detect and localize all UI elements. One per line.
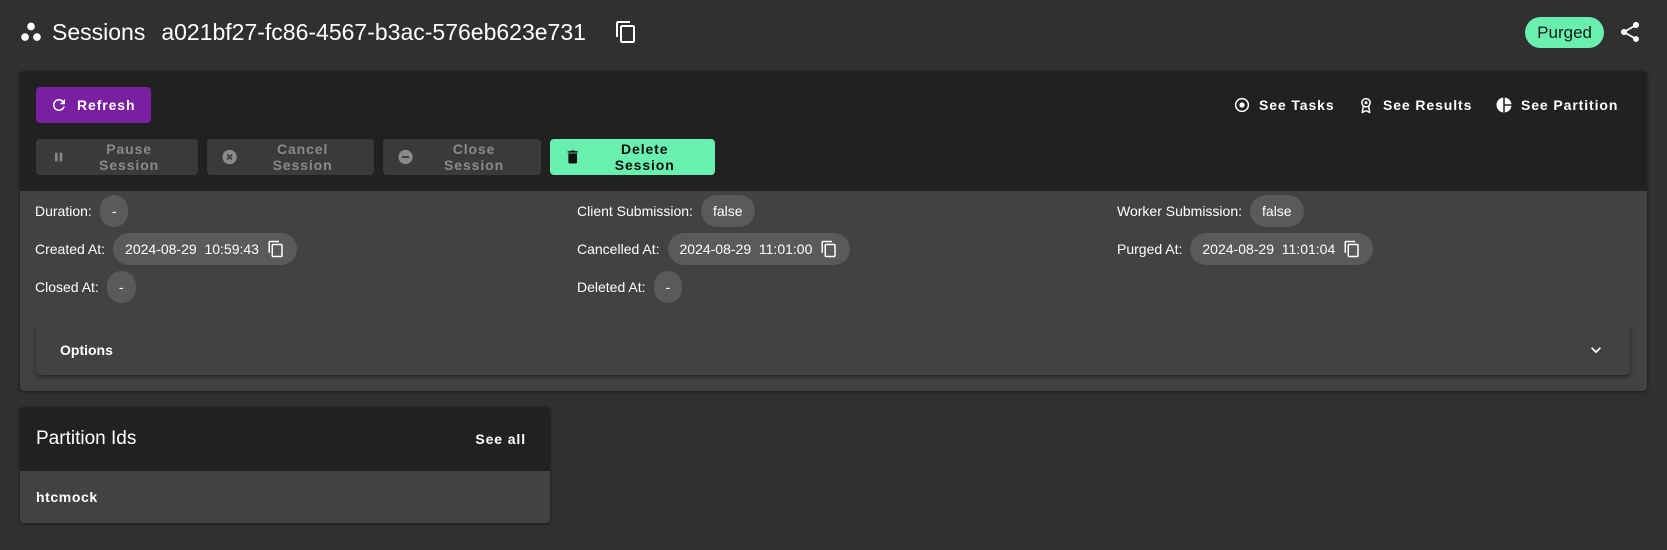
- cancel-icon: [222, 149, 237, 165]
- closed-at-field: Closed At: -: [35, 271, 136, 303]
- see-tasks-button[interactable]: See Tasks: [1233, 87, 1335, 123]
- sessions-icon: [20, 21, 42, 43]
- see-partition-button[interactable]: See Partition: [1495, 87, 1618, 123]
- copy-icon[interactable]: [1343, 240, 1361, 258]
- award-icon: [1361, 97, 1371, 114]
- closed-at-value: -: [106, 271, 136, 303]
- radio-target-icon: [1234, 97, 1250, 113]
- cancelled-at-chip: 2024-08-29 11:01:00: [667, 233, 851, 265]
- deleted-at-label: Deleted At:: [577, 279, 646, 295]
- cancelled-at-value: 2024-08-29 11:01:00: [679, 241, 813, 257]
- deleted-at-value: -: [653, 271, 683, 303]
- client-submission-label: Client Submission:: [577, 203, 693, 219]
- page-header: Sessions a021bf27-fc86-4567-b3ac-576eb62…: [20, 14, 1647, 50]
- purged-at-value: 2024-08-29 11:01:04: [1202, 241, 1336, 257]
- refresh-label: Refresh: [77, 97, 136, 113]
- worker-submission-field: Worker Submission: false: [1117, 195, 1304, 227]
- purged-at-label: Purged At:: [1117, 241, 1183, 257]
- session-actions-bar: Refresh See Tasks See Results See Partit…: [20, 71, 1647, 191]
- share-icon[interactable]: [1618, 20, 1642, 44]
- created-at-label: Created At:: [35, 241, 106, 257]
- session-id: a021bf27-fc86-4567-b3ac-576eb623e731: [161, 18, 586, 45]
- close-session-button[interactable]: Close Session: [383, 139, 541, 175]
- delete-session-label: Delete Session: [614, 141, 675, 173]
- pie-chart-icon: [1496, 97, 1512, 113]
- pause-session-label: Pause Session: [99, 141, 160, 173]
- duration-label: Duration:: [35, 203, 92, 219]
- refresh-button[interactable]: Refresh: [36, 87, 152, 123]
- cancelled-at-label: Cancelled At:: [577, 241, 660, 257]
- client-submission-value: false: [700, 195, 755, 227]
- partition-ids-header: Partition Ids See all: [20, 407, 550, 471]
- status-badge: Purged: [1525, 16, 1604, 48]
- cancelled-at-field: Cancelled At: 2024-08-29 11:01:00: [577, 233, 851, 265]
- see-tasks-label: See Tasks: [1259, 97, 1335, 113]
- copy-icon[interactable]: [267, 240, 285, 258]
- see-results-label: See Results: [1383, 97, 1473, 113]
- see-results-button[interactable]: See Results: [1357, 87, 1472, 123]
- list-item[interactable]: htcmock: [20, 471, 550, 523]
- partition-ids-card: Partition Ids See all htcmock: [20, 407, 550, 523]
- purged-at-field: Purged At: 2024-08-29 11:01:04: [1117, 233, 1374, 265]
- duration-field: Duration: -: [35, 195, 129, 227]
- session-card: Refresh See Tasks See Results See Partit…: [20, 71, 1647, 391]
- purged-at-chip: 2024-08-29 11:01:04: [1190, 233, 1374, 265]
- minus-circle-icon: [398, 149, 413, 165]
- delete-session-button[interactable]: Delete Session: [550, 139, 715, 175]
- created-at-field: Created At: 2024-08-29 10:59:43: [35, 233, 297, 265]
- see-partition-label: See Partition: [1521, 97, 1619, 113]
- worker-submission-label: Worker Submission:: [1117, 203, 1243, 219]
- partition-ids-title: Partition Ids: [36, 428, 137, 449]
- chevron-down-icon: [1586, 340, 1606, 360]
- worker-submission-value: false: [1250, 195, 1304, 227]
- copy-session-id-icon[interactable]: [614, 20, 638, 44]
- close-session-label: Close Session: [444, 141, 505, 173]
- created-at-chip: 2024-08-29 10:59:43: [113, 233, 297, 265]
- trash-icon: [567, 150, 578, 164]
- options-expansion-panel[interactable]: Options: [36, 325, 1630, 375]
- closed-at-label: Closed At:: [35, 279, 99, 295]
- pause-icon: [55, 152, 63, 162]
- copy-icon[interactable]: [820, 240, 838, 258]
- pause-session-button[interactable]: Pause Session: [36, 139, 198, 175]
- deleted-at-field: Deleted At: -: [577, 271, 683, 303]
- options-title: Options: [60, 342, 113, 358]
- client-submission-field: Client Submission: false: [577, 195, 755, 227]
- created-at-value: 2024-08-29 10:59:43: [125, 241, 259, 257]
- refresh-icon: [53, 99, 65, 111]
- cancel-session-button[interactable]: Cancel Session: [207, 139, 374, 175]
- page-title: Sessions: [52, 18, 146, 45]
- see-all-button[interactable]: See all: [467, 423, 534, 455]
- cancel-session-label: Cancel Session: [272, 141, 333, 173]
- duration-value: -: [99, 195, 129, 227]
